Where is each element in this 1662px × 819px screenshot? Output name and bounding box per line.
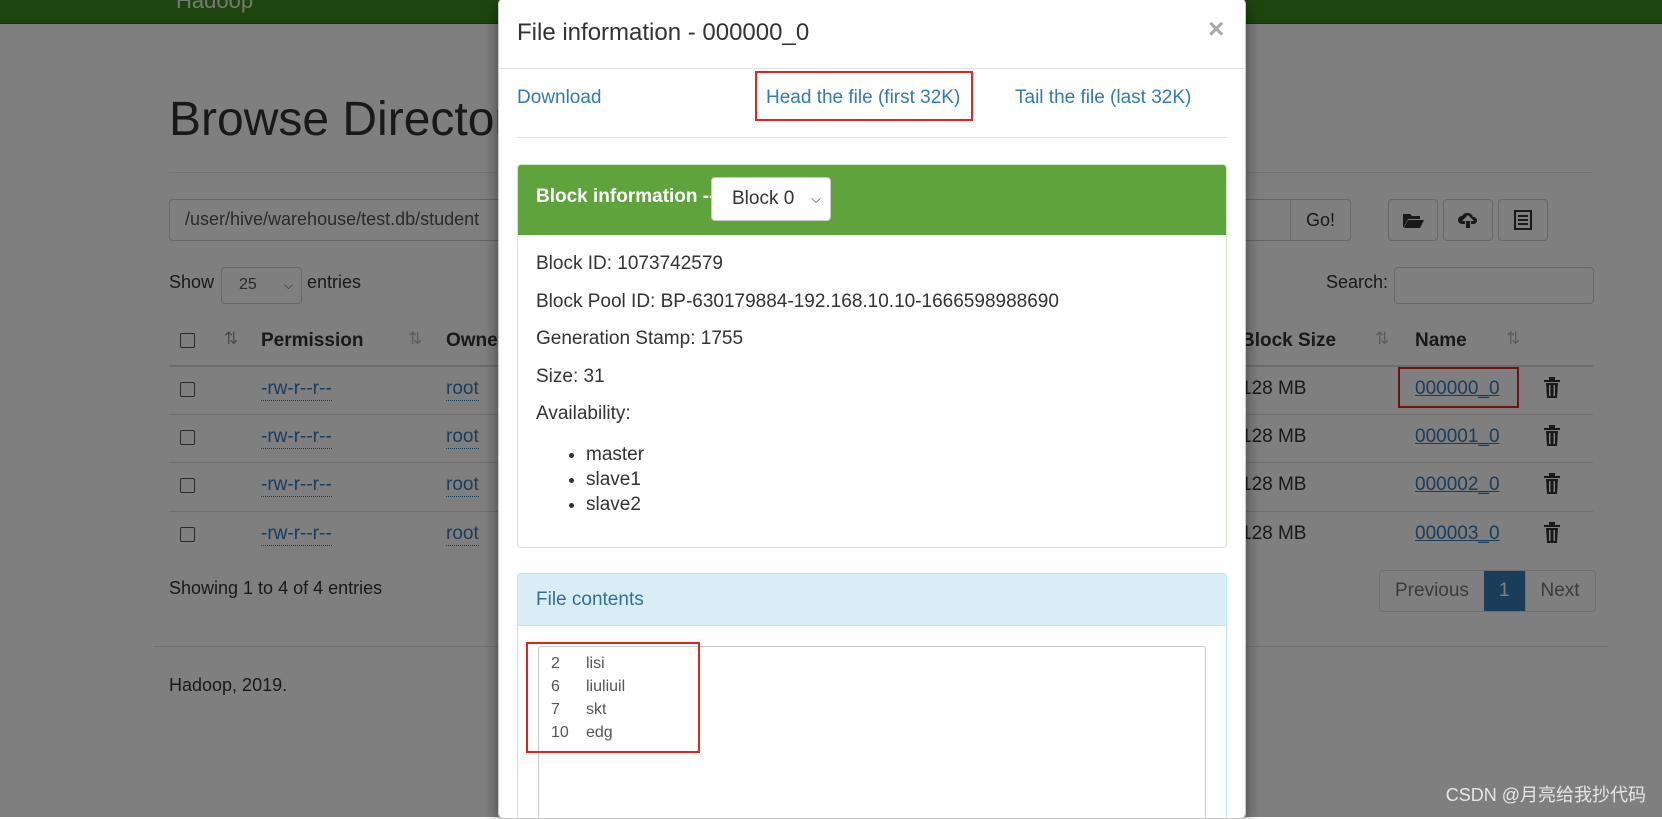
block-information-panel: Block information -- Block 0 ⌵ Block ID:… <box>517 164 1227 548</box>
highlight-box <box>755 71 973 121</box>
tail-file-link[interactable]: Tail the file (last 32K) <box>1015 87 1191 109</box>
block-information-header: Block information -- Block 0 ⌵ <box>518 165 1226 235</box>
block-information-label: Block information -- <box>536 186 716 207</box>
chevron-down-icon: ⌵ <box>811 191 821 206</box>
file-contents-header: File contents <box>518 574 1226 626</box>
list-item: slave1 <box>586 467 644 492</box>
list-item: master <box>586 442 644 467</box>
links-divider <box>517 137 1227 138</box>
block-size: Size: 31 <box>536 366 605 387</box>
file-information-modal: File information - 000000_0 × Download H… <box>498 0 1246 819</box>
close-icon[interactable]: × <box>1208 13 1224 45</box>
download-link[interactable]: Download <box>517 87 602 109</box>
block-select-value: Block 0 <box>732 188 795 209</box>
list-item: slave2 <box>586 492 644 517</box>
modal-header: File information - 000000_0 × <box>499 0 1245 69</box>
availability-label: Availability: <box>536 403 631 424</box>
watermark-text: CSDN @月亮给我抄代码 <box>1445 785 1646 805</box>
highlight-box <box>526 642 700 753</box>
block-select[interactable]: Block 0 ⌵ <box>711 177 831 221</box>
generation-stamp: Generation Stamp: 1755 <box>536 328 744 349</box>
block-id: Block ID: 1073742579 <box>536 253 723 274</box>
modal-title: File information - 000000_0 <box>517 19 810 46</box>
block-pool-id: Block Pool ID: BP-630179884-192.168.10.1… <box>536 291 1059 312</box>
file-contents-panel: File contents 2 lisi 6 liuliuil 7 skt 10 edg <box>517 573 1227 818</box>
availability-list: master slave1 slave2 <box>536 442 644 517</box>
file-contents-label: File contents <box>536 589 644 610</box>
